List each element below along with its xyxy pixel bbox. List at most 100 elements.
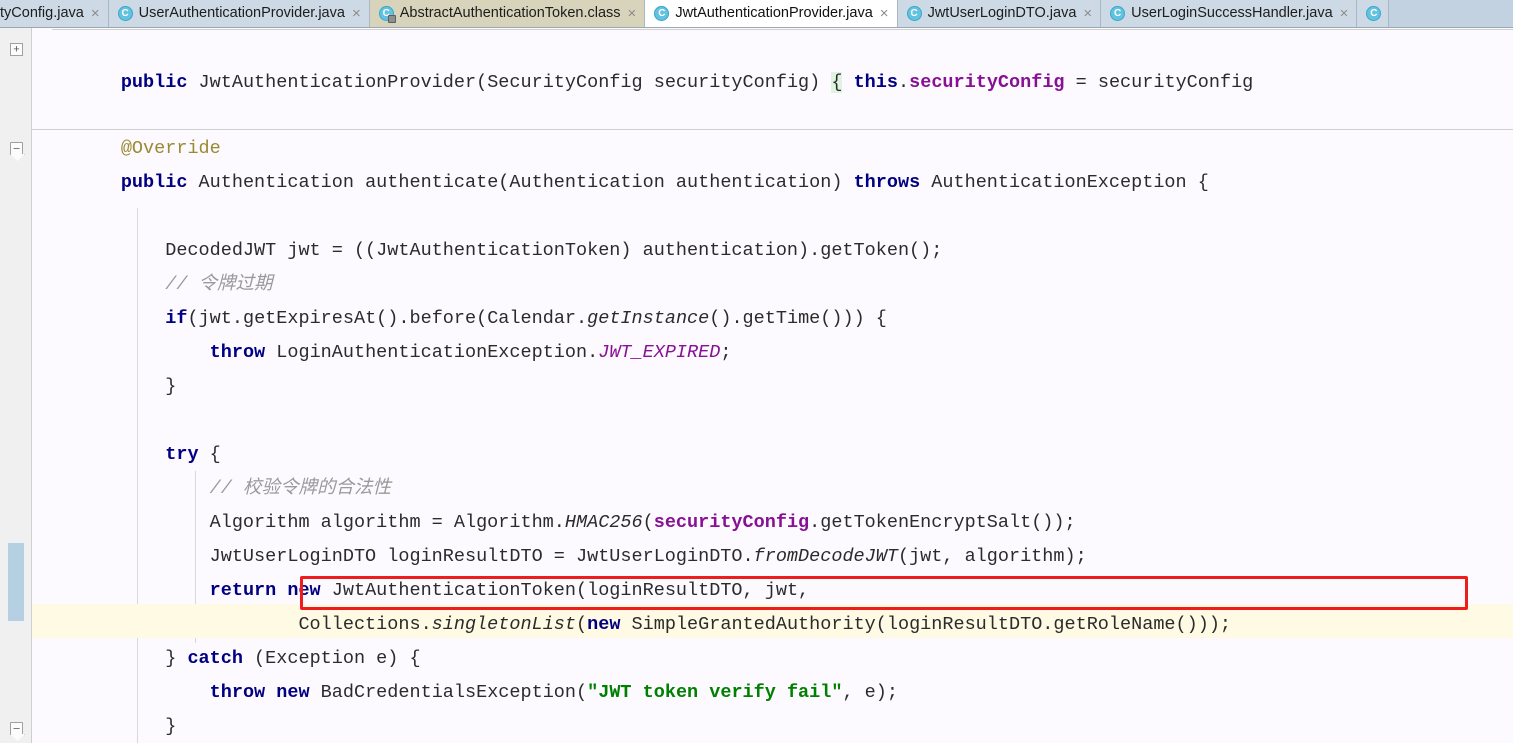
code-token: securityConfig (909, 72, 1065, 93)
code-token: @Override (120, 138, 221, 159)
code-token: return new (209, 580, 332, 601)
code-token: fromDecodeJWT (753, 546, 898, 567)
tab-close-icon[interactable]: × (879, 6, 890, 21)
line-close-catch[interactable]: } (32, 710, 176, 743)
code-token: ().getTime())) { (709, 308, 887, 329)
line-comment-validate[interactable]: // 校验令牌的合法性 (32, 472, 391, 506)
tab-close-icon[interactable]: × (1339, 6, 1350, 21)
code-token: // 校验令牌的合法性 (209, 478, 391, 499)
code-token: public (120, 72, 199, 93)
tab-close-icon[interactable]: × (90, 6, 101, 21)
line-override[interactable]: @Override (32, 132, 221, 166)
code-editor-area[interactable]: public JwtAuthenticationProvider(Securit… (32, 28, 1513, 743)
java-class-icon: C (906, 6, 922, 21)
fold-separator-method (32, 129, 1513, 130)
tab-close-icon[interactable]: × (1082, 6, 1093, 21)
java-class-icon: C (1366, 6, 1382, 21)
editor-tab-jwtauthenticationprovider-java[interactable]: C JwtAuthenticationProvider.java × (645, 0, 898, 27)
code-token: { (831, 72, 843, 93)
line-authenticate-signature[interactable]: public Authentication authenticate(Authe… (32, 166, 1209, 200)
line-comment-expired[interactable]: // 令牌过期 (32, 268, 273, 302)
java-class-icon: C (654, 6, 670, 21)
fold-collapse-sign: – (13, 142, 20, 154)
line-throw-expired[interactable]: throw LoginAuthenticationException.JWT_E… (32, 336, 732, 370)
line-singleton-list[interactable]: Collections.singletonList(new SimpleGran… (32, 608, 1231, 642)
tab-close-icon[interactable]: × (351, 6, 362, 21)
code-token: LoginAuthenticationException. (276, 342, 599, 363)
code-token: // 令牌过期 (165, 274, 273, 295)
code-token: } (32, 376, 177, 397)
code-token: ( (576, 614, 588, 635)
fold-collapse-marker-method[interactable]: – (10, 142, 23, 155)
code-token: HMAC256 (564, 512, 643, 533)
code-token: JWT_EXPIRED (598, 342, 721, 363)
code-token: "JWT token verify fail" (587, 682, 843, 703)
java-class-icon: C (1110, 6, 1126, 21)
editor-tab-overflow[interactable]: C (1357, 0, 1390, 27)
line-if-expired[interactable]: if(jwt.getExpiresAt().before(Calendar.ge… (32, 302, 887, 336)
code-token: { (198, 444, 221, 465)
fold-expand-sign: + (13, 43, 20, 55)
editor-tab-abstractauthenticationtoken-class[interactable]: C AbstractAuthenticationToken.class × (369, 0, 646, 27)
line-throw-bad-credentials[interactable]: throw new BadCredentialsException("JWT t… (32, 676, 898, 710)
tab-close-icon[interactable]: × (627, 6, 638, 21)
fold-expand-marker[interactable]: + (10, 43, 23, 56)
editor-tab-jwtuserlogindto-java[interactable]: C JwtUserLoginDTO.java × (897, 0, 1102, 27)
code-token: . (898, 72, 910, 93)
line-close-if[interactable]: } (32, 370, 176, 404)
code-token: public (120, 172, 199, 193)
editor-tab-userloginsuccesshandler-java[interactable]: C UserLoginSuccessHandler.java × (1101, 0, 1358, 27)
editor-tab-label: JwtUserLoginDTO.java (927, 5, 1077, 22)
fold-collapse-sign-bottom: – (13, 722, 20, 734)
code-token: if (165, 308, 188, 329)
code-token: } (32, 716, 177, 737)
code-token: (jwt.getExpiresAt().before(Calendar. (187, 308, 588, 329)
editor-tab-label: UserAuthenticationProvider.java (138, 5, 345, 22)
line-catch[interactable]: } catch (Exception e) { (32, 642, 420, 676)
code-token: SimpleGrantedAuthority(loginResultDTO.ge… (631, 614, 1232, 635)
code-token: this (853, 72, 898, 93)
code-token: Authentication authenticate(Authenticati… (198, 172, 854, 193)
code-token: new (587, 614, 632, 635)
code-token: DecodedJWT jwt = ((JwtAuthenticationToke… (32, 240, 943, 261)
editor-tab-tyconfig-java[interactable]: tyConfig.java × (0, 0, 109, 27)
line-constructor[interactable]: public JwtAuthenticationProvider(Securit… (32, 66, 1253, 100)
code-token: = securityConfig (1064, 72, 1254, 93)
vcs-change-marker[interactable] (8, 543, 24, 621)
editor-tab-label: AbstractAuthenticationToken.class (399, 5, 621, 22)
editor-tab-userauthenticationprovider-java[interactable]: C UserAuthenticationProvider.java × (108, 0, 370, 27)
code-token: AuthenticationException { (931, 172, 1209, 193)
fold-separator-top (52, 29, 1513, 30)
line-decodedjwt[interactable]: DecodedJWT jwt = ((JwtAuthenticationToke… (32, 234, 942, 268)
line-algorithm[interactable]: Algorithm algorithm = Algorithm.HMAC256(… (32, 506, 1076, 540)
editor-tab-label: JwtAuthenticationProvider.java (675, 5, 873, 22)
editor-tab-label: UserLoginSuccessHandler.java (1131, 5, 1333, 22)
line-logindto[interactable]: JwtUserLoginDTO loginResultDTO = JwtUser… (32, 540, 1087, 574)
code-token: JwtAuthenticationProvider(SecurityConfig… (198, 72, 832, 93)
code-token: throw new (209, 682, 321, 703)
code-token: JwtAuthenticationToken(loginResultDTO, j… (331, 580, 810, 601)
code-token: throw (209, 342, 277, 363)
editor-tab-bar: tyConfig.java × C UserAuthenticationProvide… (0, 0, 1513, 28)
code-token: Algorithm algorithm = Algorithm. (32, 512, 565, 533)
code-token: (jwt, algorithm); (897, 546, 1087, 567)
java-class-icon: C (117, 6, 133, 21)
code-token: try (165, 444, 199, 465)
line-return-token[interactable]: return new JwtAuthenticationToken(loginR… (32, 574, 810, 608)
code-token: singletonList (431, 614, 576, 635)
editor-tab-label: tyConfig.java (0, 5, 84, 22)
code-token: throws (853, 172, 932, 193)
fold-collapse-marker-bottom[interactable]: – (10, 722, 23, 735)
code-token: , e); (842, 682, 898, 703)
line-try[interactable]: try { (32, 438, 221, 472)
